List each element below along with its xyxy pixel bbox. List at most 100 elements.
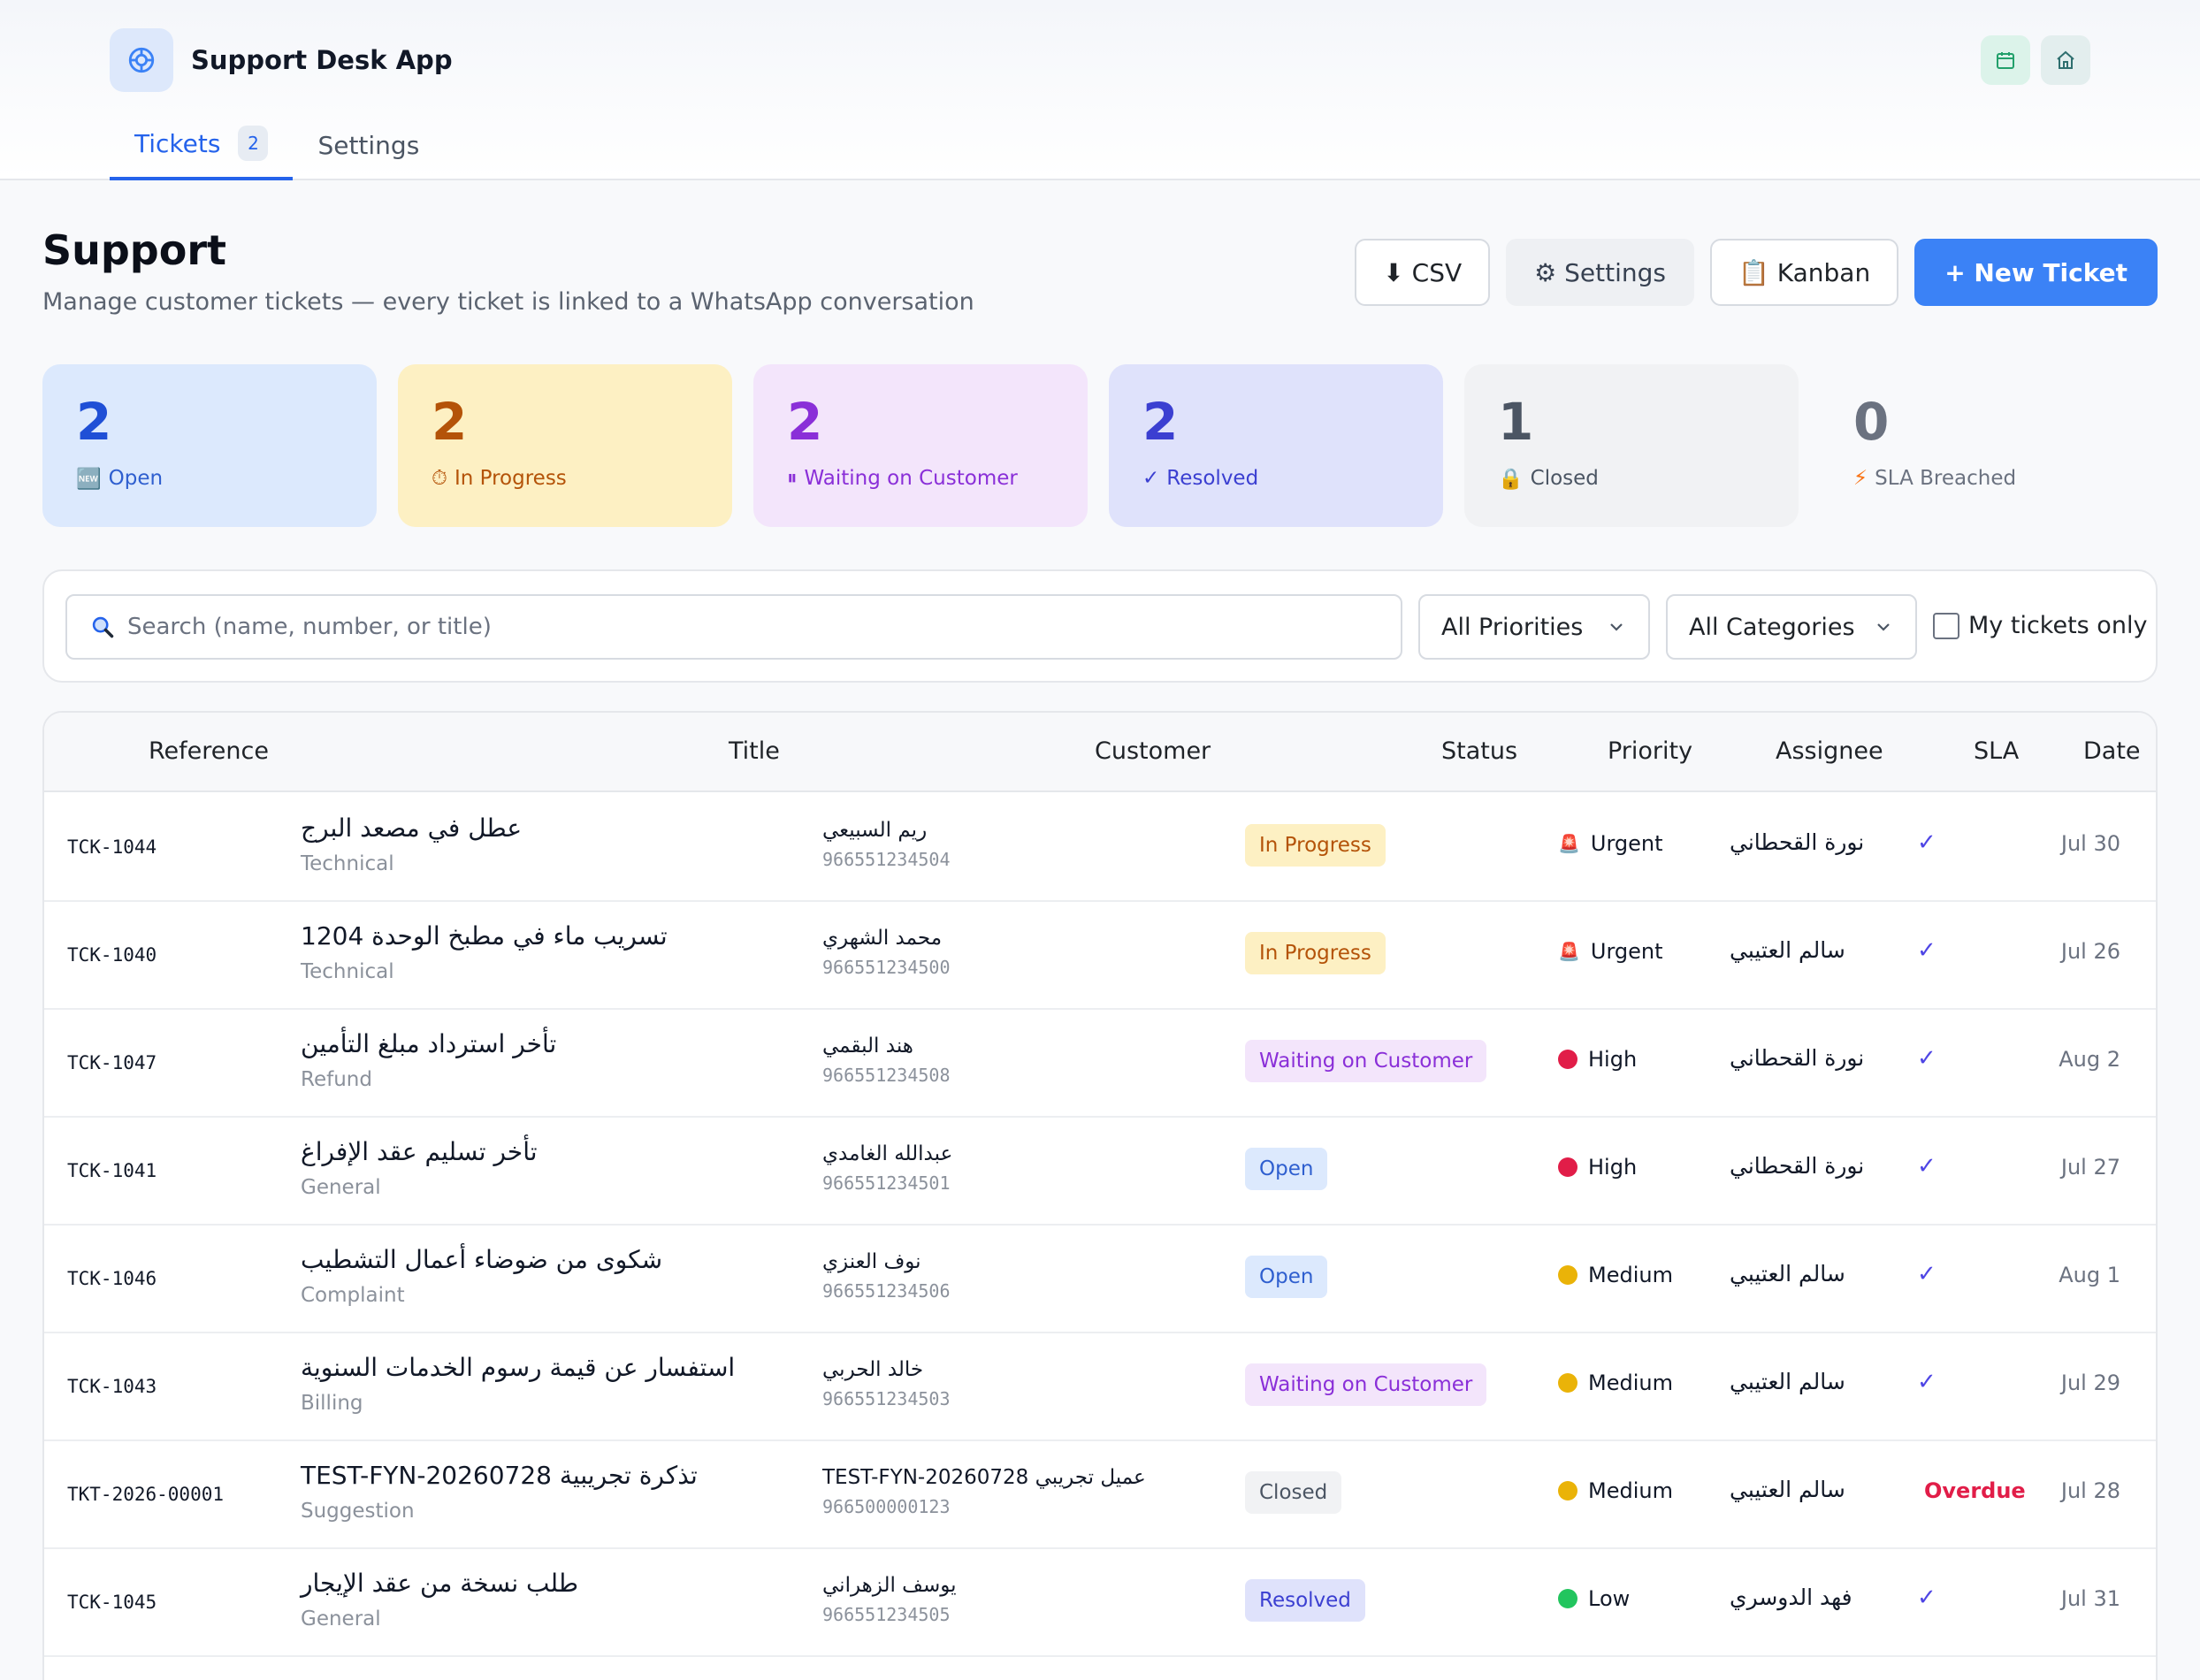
ticket-reference: TCK-1044 <box>67 836 157 858</box>
ticket-category: General <box>301 1607 381 1630</box>
priority-label: Medium <box>1588 1478 1673 1503</box>
tab-tickets[interactable]: Tickets 2 <box>110 110 294 180</box>
table-row[interactable]: TCK-1040 تسريب ماء في مطبخ الوحدة 1204 T… <box>44 902 2156 1010</box>
stat-label-text: Closed <box>1530 467 1599 491</box>
ticket-reference: TCK-1047 <box>67 1052 157 1073</box>
stat-label: ⏸ Waiting on Customer <box>787 467 1054 490</box>
customer-name: عبدالله الغامدي <box>822 1142 953 1165</box>
ticket-category: General <box>301 1176 381 1199</box>
ticket-category: Refund <box>301 1068 372 1091</box>
siren-icon: 🚨 <box>1558 833 1580 854</box>
tab-settings[interactable]: Settings <box>293 110 444 180</box>
column-header-status[interactable]: Status <box>1441 737 1517 765</box>
calendar-button[interactable] <box>1981 35 2030 85</box>
ticket-title[interactable]: شكوى من ضوضاء أعمال التشطيب <box>301 1245 662 1274</box>
stat-card-waiting[interactable]: 2 ⏸ Waiting on Customer <box>753 364 1088 527</box>
ticket-date: Jul 27 <box>2060 1155 2120 1180</box>
top-bar: Support Desk App Tickets 2 Settings <box>0 0 2200 180</box>
table-row[interactable]: TCK-1046 شكوى من ضوضاء أعمال التشطيب Com… <box>44 1226 2156 1333</box>
column-header-title[interactable]: Title <box>729 737 780 765</box>
status-badge: Waiting on Customer <box>1245 1040 1487 1082</box>
stat-card-closed[interactable]: 1 🔒 Closed <box>1464 364 1799 527</box>
sla-ok-icon: ✓ <box>1917 829 1936 856</box>
stat-value: 2 <box>76 392 112 452</box>
home-icon <box>2057 50 2074 69</box>
brand[interactable]: Support Desk App <box>110 28 453 92</box>
status-badge: Waiting on Customer <box>1245 1363 1487 1406</box>
table-row[interactable]: TCK-1043 استفسار عن قيمة رسوم الخدمات ال… <box>44 1333 2156 1441</box>
stat-label-text: Open <box>108 467 164 491</box>
ticket-category: Suggestion <box>301 1500 415 1523</box>
priority-cell: Medium <box>1558 1263 1673 1287</box>
assignee-name: سالم العتيبي <box>1730 1261 1845 1287</box>
customer-phone: 966551234505 <box>822 1604 951 1625</box>
sla-ok-icon: ✓ <box>1917 1261 1936 1287</box>
pause-icon: ⏸ <box>787 466 798 490</box>
lightning-icon: ⚡ <box>1853 466 1868 490</box>
customer-phone: 966551234506 <box>822 1280 951 1302</box>
stat-value: 2 <box>1142 392 1179 452</box>
kanban-button[interactable]: 📋 Kanban <box>1709 239 1899 306</box>
search-input[interactable] <box>127 614 1365 640</box>
stat-label-text: SLA Breached <box>1875 466 2017 490</box>
settings-button[interactable]: ⚙ Settings <box>1506 239 1694 306</box>
my-tickets-toggle[interactable]: My tickets only <box>1933 612 2147 639</box>
ticket-title[interactable]: طلب نسخة من عقد الإيجار <box>301 1569 578 1598</box>
sla-overdue-label: Overdue <box>1924 1478 2026 1503</box>
customer-name: هند البقمي <box>822 1035 913 1058</box>
customer-name: خالد الحربي <box>822 1358 924 1381</box>
ticket-reference: TCK-1040 <box>67 944 157 966</box>
ticket-title[interactable]: عطل في مصعد البرج <box>301 813 522 843</box>
status-badge: In Progress <box>1245 932 1386 974</box>
header-actions: ⬇ CSV ⚙ Settings 📋 Kanban + New Ticket <box>1355 239 2158 306</box>
table-row[interactable]: TCK-1044 عطل في مصعد البرج Technical ريم… <box>44 794 2156 902</box>
status-badge: Open <box>1245 1148 1328 1190</box>
table-row[interactable]: TCK-1045 طلب نسخة من عقد الإيجار General… <box>44 1549 2156 1657</box>
column-header-priority[interactable]: Priority <box>1608 737 1692 765</box>
table-row[interactable]: TCK-1047 تأخر استرداد مبلغ التأمين Refun… <box>44 1010 2156 1118</box>
customer-name: يوسف الزهراني <box>822 1574 957 1597</box>
yellow-dot-icon <box>1558 1265 1577 1285</box>
column-header-customer[interactable]: Customer <box>1095 737 1211 765</box>
ticket-title[interactable]: تسريب ماء في مطبخ الوحدة 1204 <box>301 921 668 951</box>
category-select-value: All Categories <box>1689 613 1855 641</box>
tickets-table: Reference Title Customer Status Priority… <box>42 711 2158 1680</box>
column-header-reference[interactable]: Reference <box>149 737 269 765</box>
customer-phone: 966551234500 <box>822 957 951 978</box>
ticket-category: Complaint <box>301 1284 405 1307</box>
sla-ok-icon: ✓ <box>1917 1045 1936 1072</box>
column-header-assignee[interactable]: Assignee <box>1776 737 1883 765</box>
stat-card-open[interactable]: 2 🆕 Open <box>42 364 377 527</box>
chevron-down-icon <box>1610 623 1623 631</box>
ticket-title[interactable]: تأخر تسليم عقد الإفراغ <box>301 1137 538 1166</box>
priority-select[interactable]: All Priorities <box>1418 594 1650 660</box>
page-title: Support <box>42 226 227 274</box>
ticket-date: Jul 26 <box>2060 939 2120 964</box>
stats-row: 2 🆕 Open 2 ⏱ In Progress 2 ⏸ Waiting on … <box>42 364 2154 527</box>
new-ticket-button[interactable]: + New Ticket <box>1914 239 2158 306</box>
customer-name: ريم السبيعي <box>822 819 928 842</box>
column-header-date[interactable]: Date <box>2083 737 2141 765</box>
category-select[interactable]: All Categories <box>1666 594 1917 660</box>
lifebuoy-icon <box>110 28 173 92</box>
sla-ok-icon: ✓ <box>1917 1153 1936 1180</box>
stat-card-in-progress[interactable]: 2 ⏱ In Progress <box>398 364 732 527</box>
stat-value: 0 <box>1853 392 1890 452</box>
yellow-dot-icon <box>1558 1481 1577 1501</box>
ticket-title[interactable]: TEST-FYN-20260728 تذكرة تجريبية <box>301 1461 698 1490</box>
home-button[interactable] <box>2041 35 2090 85</box>
stat-card-sla-breached[interactable]: 0 ⚡ SLA Breached <box>1820 364 2154 527</box>
stat-card-resolved[interactable]: 2 ✓ Resolved <box>1109 364 1443 527</box>
chevron-down-icon <box>1877 623 1890 631</box>
table-row[interactable]: TKT-2026-00001 TEST-FYN-20260728 تذكرة ت… <box>44 1441 2156 1549</box>
my-tickets-checkbox[interactable] <box>1933 612 1959 639</box>
status-badge: Resolved <box>1245 1579 1365 1622</box>
ticket-title[interactable]: تأخر استرداد مبلغ التأمين <box>301 1029 556 1058</box>
ticket-date: Aug 2 <box>2059 1047 2120 1072</box>
ticket-date: Jul 28 <box>2060 1478 2120 1503</box>
stat-label-text: Waiting on Customer <box>804 466 1018 490</box>
export-csv-button[interactable]: ⬇ CSV <box>1355 239 1491 306</box>
column-header-sla[interactable]: SLA <box>1974 737 2019 765</box>
ticket-title[interactable]: استفسار عن قيمة رسوم الخدمات السنوية <box>301 1353 735 1382</box>
table-row[interactable]: TCK-1041 تأخر تسليم عقد الإفراغ General … <box>44 1118 2156 1226</box>
